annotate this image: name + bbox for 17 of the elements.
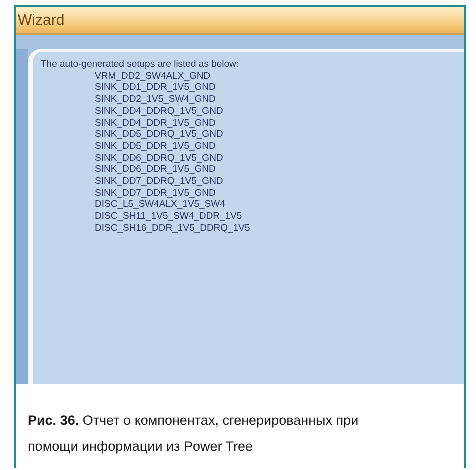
window-title: Wizard	[18, 12, 65, 28]
setup-name: SINK_DD7_DDRQ_1V5_GND	[95, 176, 224, 188]
setup-name: DISC_SH11_1V5_SW4_DDR_1V5	[95, 211, 242, 223]
report-heading: The auto-generated setups are listed as below:	[41, 59, 240, 71]
setup-name: SINK_DD6_DDRQ_1V5_GND	[95, 152, 224, 164]
setup-name: SINK_DD5_DDRQ_1V5_GND	[95, 129, 224, 141]
setup-name: SINK_DD4_DDRQ_1V5_GND	[95, 106, 224, 118]
setup-name: VRM_DD2_SW4ALX_GND	[95, 70, 211, 82]
setup-name: DISC_L5_SW4ALX_1V5_SW4	[95, 199, 226, 212]
setup-name: SINK_DD5_DDR_1V5_GND	[95, 140, 216, 153]
setup-name: SINK_DD7_DDR_1V5_GND	[95, 188, 216, 200]
setup-name: DISC_SH16_DDR_1V5_DDRQ_1V5	[95, 222, 250, 235]
setup-name: SINK_DD1_DDR_1V5_GND	[95, 82, 216, 94]
figure-caption: Рис. 36. Отчет о компонентах, сгенерированных при помощи информации из Power Tree	[27, 412, 360, 456]
setup-name: SINK_DD4_DDR_1V5_GND	[95, 118, 216, 130]
setup-name: SINK_DD2_1V5_SW4_GND	[95, 94, 216, 106]
setup-name: SINK_DD6_DDR_1V5_GND	[95, 164, 216, 176]
